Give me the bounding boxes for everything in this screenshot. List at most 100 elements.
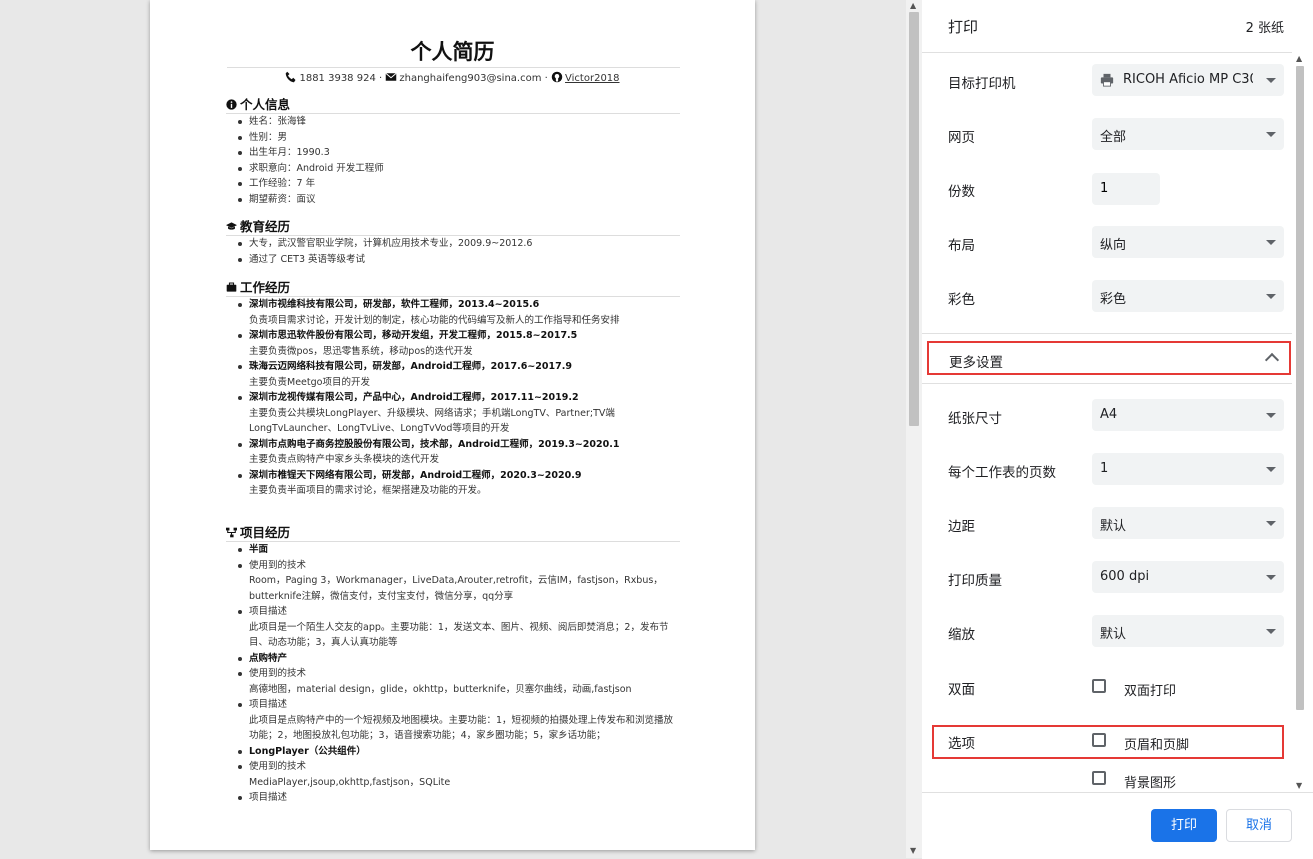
scroll-down-icon[interactable]: ▼ — [1296, 781, 1302, 790]
chevron-down-icon — [1266, 413, 1276, 418]
section-heading: 个人信息 — [226, 96, 680, 114]
header-footer-checkbox[interactable] — [1092, 733, 1106, 747]
contact-separator: · — [544, 73, 548, 84]
work-item-desc: 主要负责微pos，思迅零售系统，移动pos的迭代开发 — [249, 345, 473, 357]
sheet-count: 2 张纸 — [1245, 21, 1284, 36]
work-item-desc: 主要负责公共模块LongPlayer、升级模块、网络请求；手机端LongTV、P… — [249, 407, 615, 435]
paper-size-row: 纸张尺寸 A4 — [922, 396, 1292, 436]
copies-input[interactable]: 1 — [1092, 173, 1160, 205]
project-item: 使用到的技术 Room，Paging 3，Workmanager，LiveData… — [226, 558, 680, 605]
color-select[interactable]: 彩色 — [1092, 280, 1284, 312]
settings-scroll-thumb[interactable] — [1296, 66, 1304, 710]
project-field-value: 高德地图，material design，glide，okhttp，butter… — [249, 683, 632, 695]
contact-email: zhanghaifeng903@sina.com — [399, 73, 542, 84]
scale-row: 缩放 默认 — [922, 612, 1292, 652]
settings-scrollbar[interactable]: ▲ ▼ — [1292, 52, 1308, 792]
title-divider — [227, 67, 680, 68]
scroll-up-icon[interactable]: ▲ — [1296, 54, 1302, 63]
section-heading: 工作经历 — [226, 279, 680, 297]
margins-select[interactable]: 默认 — [1092, 507, 1284, 539]
printer-icon — [1100, 73, 1114, 87]
quality-row: 打印质量 600 dpi — [922, 558, 1292, 598]
scale-select[interactable]: 默认 — [1092, 615, 1284, 647]
work-item-title: 深圳市龙视传媒有限公司，产品中心，Android工程师，2017.11~2019… — [249, 392, 579, 403]
scroll-up-icon[interactable]: ▲ — [910, 1, 916, 10]
list-item: 求职意向：Android 开发工程师 — [226, 161, 680, 177]
destination-row: 目标打印机 RICOH Aficio MP C300 — [922, 61, 1292, 101]
pages-per-sheet-label: 每个工作表的页数 — [948, 465, 1056, 481]
project-name: LongPlayer（公共组件） — [249, 745, 366, 757]
work-item: 珠海云迈网络科技有限公司，研发部，Android工程师，2017.6~2017.… — [226, 359, 680, 390]
background-row: 背景图形 — [922, 759, 1292, 793]
chevron-down-icon — [1266, 629, 1276, 634]
print-preview-area: 个人简历 1881 3938 924 · zhanghaifeng903@sin… — [0, 0, 906, 858]
pages-select[interactable]: 全部 — [1092, 118, 1284, 150]
panel-title: 打印 — [948, 18, 979, 36]
layout-row: 布局 纵向 — [922, 223, 1292, 263]
settings-list: 目标打印机 RICOH Aficio MP C300 网页 全部 份数 1 布局… — [922, 52, 1292, 793]
github-link[interactable]: Victor2018 — [565, 73, 620, 84]
project-item: 使用到的技术 高德地图，material design，glide，okhttp，… — [226, 666, 680, 697]
preview-page: 个人简历 1881 3938 924 · zhanghaifeng903@sin… — [150, 0, 755, 850]
color-row: 彩色 彩色 — [922, 277, 1292, 317]
destination-select[interactable]: RICOH Aficio MP C300 — [1092, 64, 1284, 96]
duplex-label: 双面 — [948, 682, 975, 698]
background-graphics-checkbox[interactable] — [1092, 771, 1106, 785]
margins-value: 默认 — [1100, 519, 1127, 534]
cancel-button[interactable]: 取消 — [1226, 809, 1292, 842]
chevron-down-icon — [1266, 78, 1276, 83]
list-item: 性别：男 — [226, 130, 680, 146]
quality-value: 600 dpi — [1100, 569, 1150, 584]
header-footer-label[interactable]: 页眉和页脚 — [1124, 734, 1189, 753]
chevron-down-icon — [1266, 240, 1276, 245]
quality-select[interactable]: 600 dpi — [1092, 561, 1284, 593]
list-item: 大专，武汉警官职业学院，计算机应用技术专业，2009.9~2012.6 — [226, 236, 680, 252]
project-name: 半面 — [249, 544, 269, 555]
list-item: 出生年月：1990.3 — [226, 145, 680, 161]
project-field-label: 使用到的技术 — [249, 559, 307, 571]
quality-label: 打印质量 — [948, 573, 1002, 589]
phone-icon — [286, 71, 296, 83]
work-item-desc: 主要负责Meetgo项目的开发 — [249, 376, 370, 388]
layout-label: 布局 — [948, 238, 975, 254]
project-field-value: MediaPlayer,jsoup,okhttp,fastjson，SQLite — [249, 776, 451, 788]
more-settings-toggle[interactable]: 更多设置 — [927, 341, 1291, 375]
preview-scrollbar[interactable]: ▲ ▼ — [906, 0, 922, 858]
contact-line: 1881 3938 924 · zhanghaifeng903@sina.com… — [150, 71, 755, 84]
github-icon — [551, 71, 563, 83]
work-item: 深圳市点购电子商务控股股份有限公司，技术部，Android工程师，2019.3~… — [226, 437, 680, 468]
divider — [922, 383, 1292, 384]
contact-separator: · — [379, 73, 383, 84]
print-button[interactable]: 打印 — [1151, 809, 1217, 842]
project-item: LongPlayer（公共组件） — [226, 744, 680, 760]
duplex-checkbox[interactable] — [1092, 679, 1106, 693]
layout-select[interactable]: 纵向 — [1092, 226, 1284, 258]
project-name: 点购特产 — [249, 652, 288, 664]
margins-row: 边距 默认 — [922, 504, 1292, 544]
resume-title: 个人简历 — [410, 40, 495, 64]
background-graphics-label[interactable]: 背景图形 — [1124, 772, 1176, 791]
color-value: 彩色 — [1100, 292, 1127, 307]
preview-scroll-thumb[interactable] — [909, 12, 919, 426]
scroll-down-icon[interactable]: ▼ — [910, 846, 916, 855]
paper-size-select[interactable]: A4 — [1092, 399, 1284, 431]
project-field-label: 使用到的技术 — [249, 761, 307, 772]
section-heading-text: 教育经历 — [240, 219, 291, 234]
section-education: 教育经历 大专，武汉警官职业学院，计算机应用技术专业，2009.9~2012.6… — [226, 218, 680, 267]
duplex-row: 双面 双面打印 — [922, 667, 1292, 707]
scale-label: 缩放 — [948, 627, 975, 643]
project-item: 半面 — [226, 542, 680, 558]
project-item: 项目描述 — [226, 790, 680, 806]
section-heading-text: 个人信息 — [240, 97, 291, 112]
work-item: 深圳市椎锃天下网络有限公司，研发部，Android工程师，2020.3~2020… — [226, 468, 680, 499]
envelope-icon — [385, 72, 397, 81]
pages-per-sheet-row: 每个工作表的页数 1 — [922, 450, 1292, 490]
pages-per-sheet-select[interactable]: 1 — [1092, 453, 1284, 485]
duplex-option-label[interactable]: 双面打印 — [1124, 680, 1176, 699]
project-field-value: 此项目是一个陌生人交友的app。主要功能：1，发送文本、图片、视频、阅后即焚消息… — [249, 621, 669, 649]
work-item-title: 深圳市思迅软件股份有限公司，移动开发组，开发工程师，2015.8~2017.5 — [249, 330, 578, 341]
section-heading-text: 工作经历 — [240, 280, 291, 295]
section-heading: 教育经历 — [226, 218, 680, 236]
list-item: 通过了 CET3 英语等级考试 — [226, 252, 680, 268]
list-item: 姓名：张海锋 — [226, 114, 680, 130]
